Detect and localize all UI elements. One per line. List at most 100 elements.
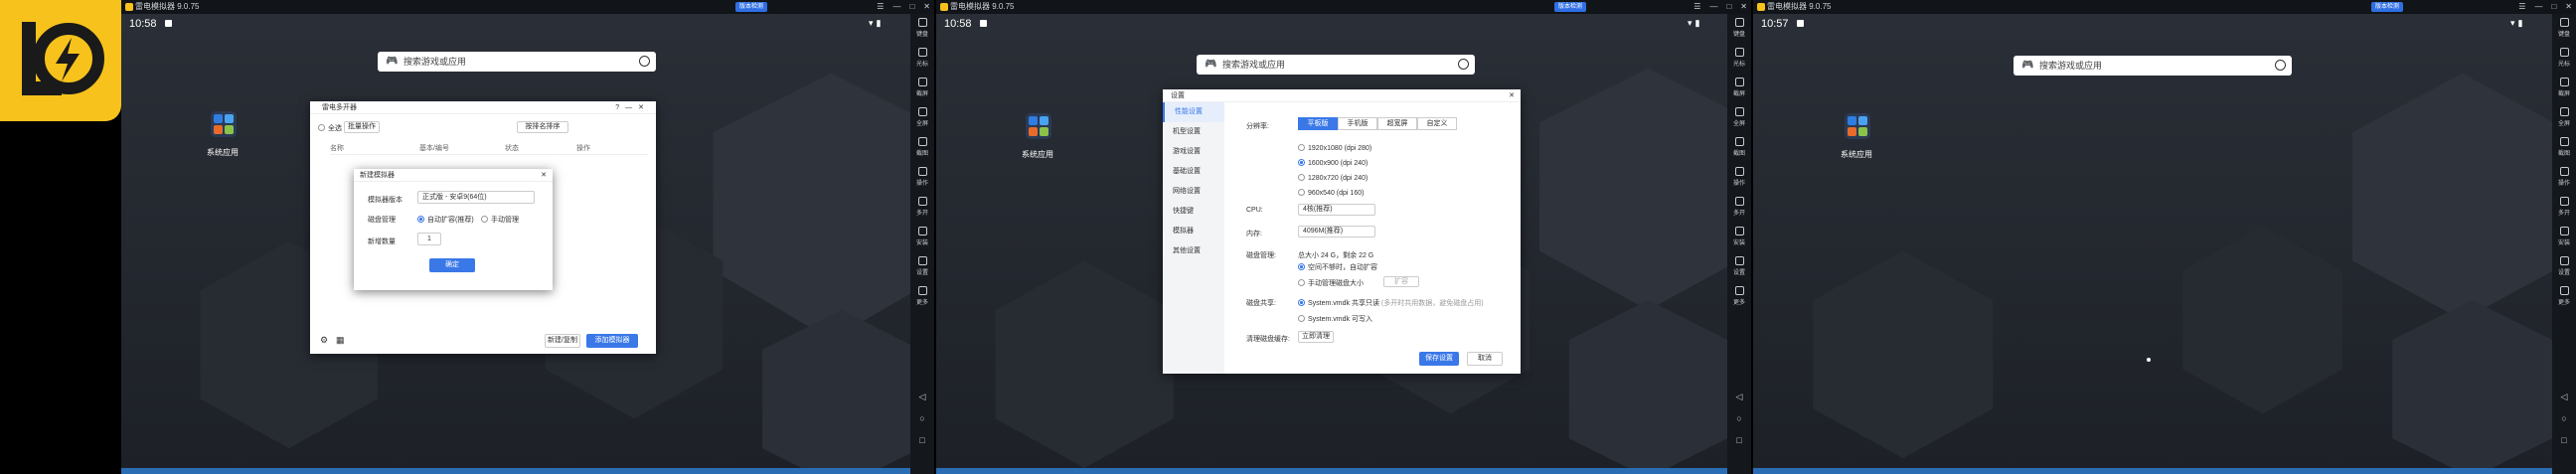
toolbar-fullscreen[interactable]: 全屏 bbox=[910, 103, 934, 133]
res-option[interactable]: 1920x1080 (dpi 280) bbox=[1298, 141, 1371, 156]
disk-share-readonly-radio[interactable]: System.vmdk 共享只读 (多开时共用数据，避免磁盘占用) bbox=[1298, 298, 1484, 308]
maximize-icon[interactable]: □ bbox=[2551, 0, 2556, 14]
toolbar-ops[interactable]: 操作 bbox=[2552, 163, 2576, 193]
close-icon[interactable]: ✕ bbox=[923, 0, 930, 14]
disk-auto-radio[interactable]: 自动扩容(推荐) bbox=[417, 215, 474, 225]
toolbar-keyboard[interactable]: 键盘 bbox=[2552, 14, 2576, 44]
tab-simulator[interactable]: 模拟器 bbox=[1163, 222, 1224, 241]
toolbar-more[interactable]: 更多 bbox=[1727, 282, 1751, 312]
toolbar-screenshot[interactable]: 截屏 bbox=[910, 74, 934, 103]
search-bar[interactable]: 🎮 搜索游戏或应用 bbox=[2013, 56, 2292, 76]
res-tab-tablet[interactable]: 平板版 bbox=[1298, 117, 1338, 130]
close-icon[interactable]: ✕ bbox=[541, 169, 547, 182]
close-icon[interactable]: ✕ bbox=[1509, 89, 1515, 102]
res-option[interactable]: 1280x720 (dpi 240) bbox=[1298, 171, 1371, 186]
res-tab-custom[interactable]: 自定义 bbox=[1417, 117, 1457, 130]
minimize-icon[interactable]: — bbox=[892, 0, 900, 14]
add-simulator-button[interactable]: 添加模拟器 bbox=[586, 334, 638, 348]
toolbar-capture[interactable]: 截图 bbox=[910, 133, 934, 163]
system-apps-icon[interactable] bbox=[211, 111, 237, 137]
search-icon[interactable] bbox=[639, 56, 650, 67]
manager-window-controls[interactable]: ?—✕ bbox=[615, 101, 650, 114]
home-icon[interactable]: ○ bbox=[2552, 413, 2576, 423]
toolbar-more[interactable]: 更多 bbox=[2552, 282, 2576, 312]
count-input[interactable]: 1 bbox=[417, 233, 441, 245]
res-tab-wide[interactable]: 超宽屏 bbox=[1377, 117, 1417, 130]
toolbar-multi[interactable]: 多开 bbox=[1727, 193, 1751, 223]
recents-icon[interactable]: □ bbox=[1727, 435, 1751, 445]
back-icon[interactable]: ◁ bbox=[910, 392, 934, 402]
memory-select[interactable]: 4096M(推荐) bbox=[1298, 226, 1375, 237]
batch-ops-button[interactable]: 批量操作 bbox=[344, 121, 380, 133]
toolbar-fullscreen[interactable]: 全屏 bbox=[2552, 103, 2576, 133]
window-titlebar[interactable]: 雷电模拟器 9.0.75 版本检测 ☰ — □ ✕ bbox=[936, 0, 1751, 14]
minimize-icon[interactable]: — bbox=[2534, 0, 2542, 14]
window-titlebar[interactable]: 雷电模拟器 9.0.75 版本检测 ☰ — □ ✕ bbox=[1753, 0, 2576, 14]
toolbar-install[interactable]: 安装 bbox=[1727, 223, 1751, 252]
sort-select[interactable]: 按排名排序 bbox=[517, 121, 568, 133]
toolbar-cursor[interactable]: 光标 bbox=[2552, 44, 2576, 74]
version-check-button[interactable]: 版本检测 bbox=[735, 2, 768, 12]
settings-icon[interactable]: ⚙ bbox=[320, 335, 328, 346]
cpu-select[interactable]: 4核(推荐) bbox=[1298, 204, 1375, 216]
toolbar-fullscreen[interactable]: 全屏 bbox=[1727, 103, 1751, 133]
close-icon[interactable]: ✕ bbox=[2565, 0, 2572, 14]
clear-cache-button[interactable]: 立即清理 bbox=[1298, 331, 1334, 343]
search-bar[interactable]: 🎮 搜索游戏或应用 bbox=[1197, 55, 1475, 75]
recents-icon[interactable]: □ bbox=[2552, 435, 2576, 445]
tab-game[interactable]: 游戏设置 bbox=[1163, 142, 1224, 162]
cancel-button[interactable]: 取消 bbox=[1467, 352, 1503, 366]
disk-manual-radio[interactable]: 手动管理 bbox=[481, 215, 519, 225]
select-all[interactable]: 全选 bbox=[318, 123, 342, 133]
grid-icon[interactable]: ▦ bbox=[336, 335, 345, 346]
toolbar-screenshot[interactable]: 截屏 bbox=[2552, 74, 2576, 103]
home-icon[interactable]: ○ bbox=[910, 413, 934, 423]
toolbar-settings[interactable]: 设置 bbox=[910, 252, 934, 282]
search-icon[interactable] bbox=[1458, 59, 1469, 70]
toolbar-keyboard[interactable]: 键盘 bbox=[910, 14, 934, 44]
maximize-icon[interactable]: □ bbox=[909, 0, 914, 14]
toolbar-install[interactable]: 安装 bbox=[2552, 223, 2576, 252]
tab-performance[interactable]: 性能设置 bbox=[1163, 102, 1224, 122]
toolbar-install[interactable]: 安装 bbox=[910, 223, 934, 252]
tab-shortcuts[interactable]: 快捷键 bbox=[1163, 202, 1224, 222]
minimize-icon[interactable]: — bbox=[1709, 0, 1717, 14]
toolbar-ops[interactable]: 操作 bbox=[1727, 163, 1751, 193]
toolbar-cursor[interactable]: 光标 bbox=[910, 44, 934, 74]
tab-basic[interactable]: 基础设置 bbox=[1163, 162, 1224, 182]
system-apps-icon[interactable] bbox=[1026, 113, 1051, 139]
res-tab-phone[interactable]: 手机版 bbox=[1338, 117, 1377, 130]
window-titlebar[interactable]: 雷电模拟器 9.0.75 版本检测 ☰ — □ ✕ bbox=[121, 0, 934, 14]
new-copy-button[interactable]: 新建/复制 bbox=[545, 334, 580, 348]
toolbar-multi[interactable]: 多开 bbox=[910, 193, 934, 223]
version-select[interactable]: 正式版 - 安卓9(64位) bbox=[417, 191, 535, 204]
back-icon[interactable]: ◁ bbox=[2552, 392, 2576, 402]
menu-icon[interactable]: ☰ bbox=[2518, 0, 2525, 14]
disk-manual-radio[interactable]: 手动管理磁盘大小 bbox=[1298, 278, 1364, 288]
disk-share-writable-radio[interactable]: System.vmdk 可写入 bbox=[1298, 314, 1372, 324]
disk-auto-radio[interactable]: 空间不够时，自动扩容 bbox=[1298, 262, 1377, 272]
close-icon[interactable]: ✕ bbox=[1740, 0, 1747, 14]
search-bar[interactable]: 🎮 搜索游戏或应用 bbox=[378, 52, 656, 72]
toolbar-capture[interactable]: 截图 bbox=[1727, 133, 1751, 163]
version-check-button[interactable]: 版本检测 bbox=[1554, 2, 1587, 12]
maximize-icon[interactable]: □ bbox=[1726, 0, 1731, 14]
confirm-button[interactable]: 确定 bbox=[429, 258, 475, 272]
toolbar-ops[interactable]: 操作 bbox=[910, 163, 934, 193]
back-icon[interactable]: ◁ bbox=[1727, 392, 1751, 402]
tab-other[interactable]: 其他设置 bbox=[1163, 241, 1224, 261]
version-check-button[interactable]: 版本检测 bbox=[2371, 2, 2404, 12]
menu-icon[interactable]: ☰ bbox=[1693, 0, 1700, 14]
tab-network[interactable]: 网络设置 bbox=[1163, 182, 1224, 202]
recents-icon[interactable]: □ bbox=[910, 435, 934, 445]
toolbar-capture[interactable]: 截图 bbox=[2552, 133, 2576, 163]
toolbar-keyboard[interactable]: 键盘 bbox=[1727, 14, 1751, 44]
toolbar-settings[interactable]: 设置 bbox=[1727, 252, 1751, 282]
system-apps-icon[interactable] bbox=[1845, 113, 1870, 139]
toolbar-cursor[interactable]: 光标 bbox=[1727, 44, 1751, 74]
toolbar-more[interactable]: 更多 bbox=[910, 282, 934, 312]
toolbar-settings[interactable]: 设置 bbox=[2552, 252, 2576, 282]
disk-expand-button[interactable]: 扩容 bbox=[1383, 276, 1419, 287]
save-settings-button[interactable]: 保存设置 bbox=[1419, 352, 1459, 366]
home-icon[interactable]: ○ bbox=[1727, 413, 1751, 423]
